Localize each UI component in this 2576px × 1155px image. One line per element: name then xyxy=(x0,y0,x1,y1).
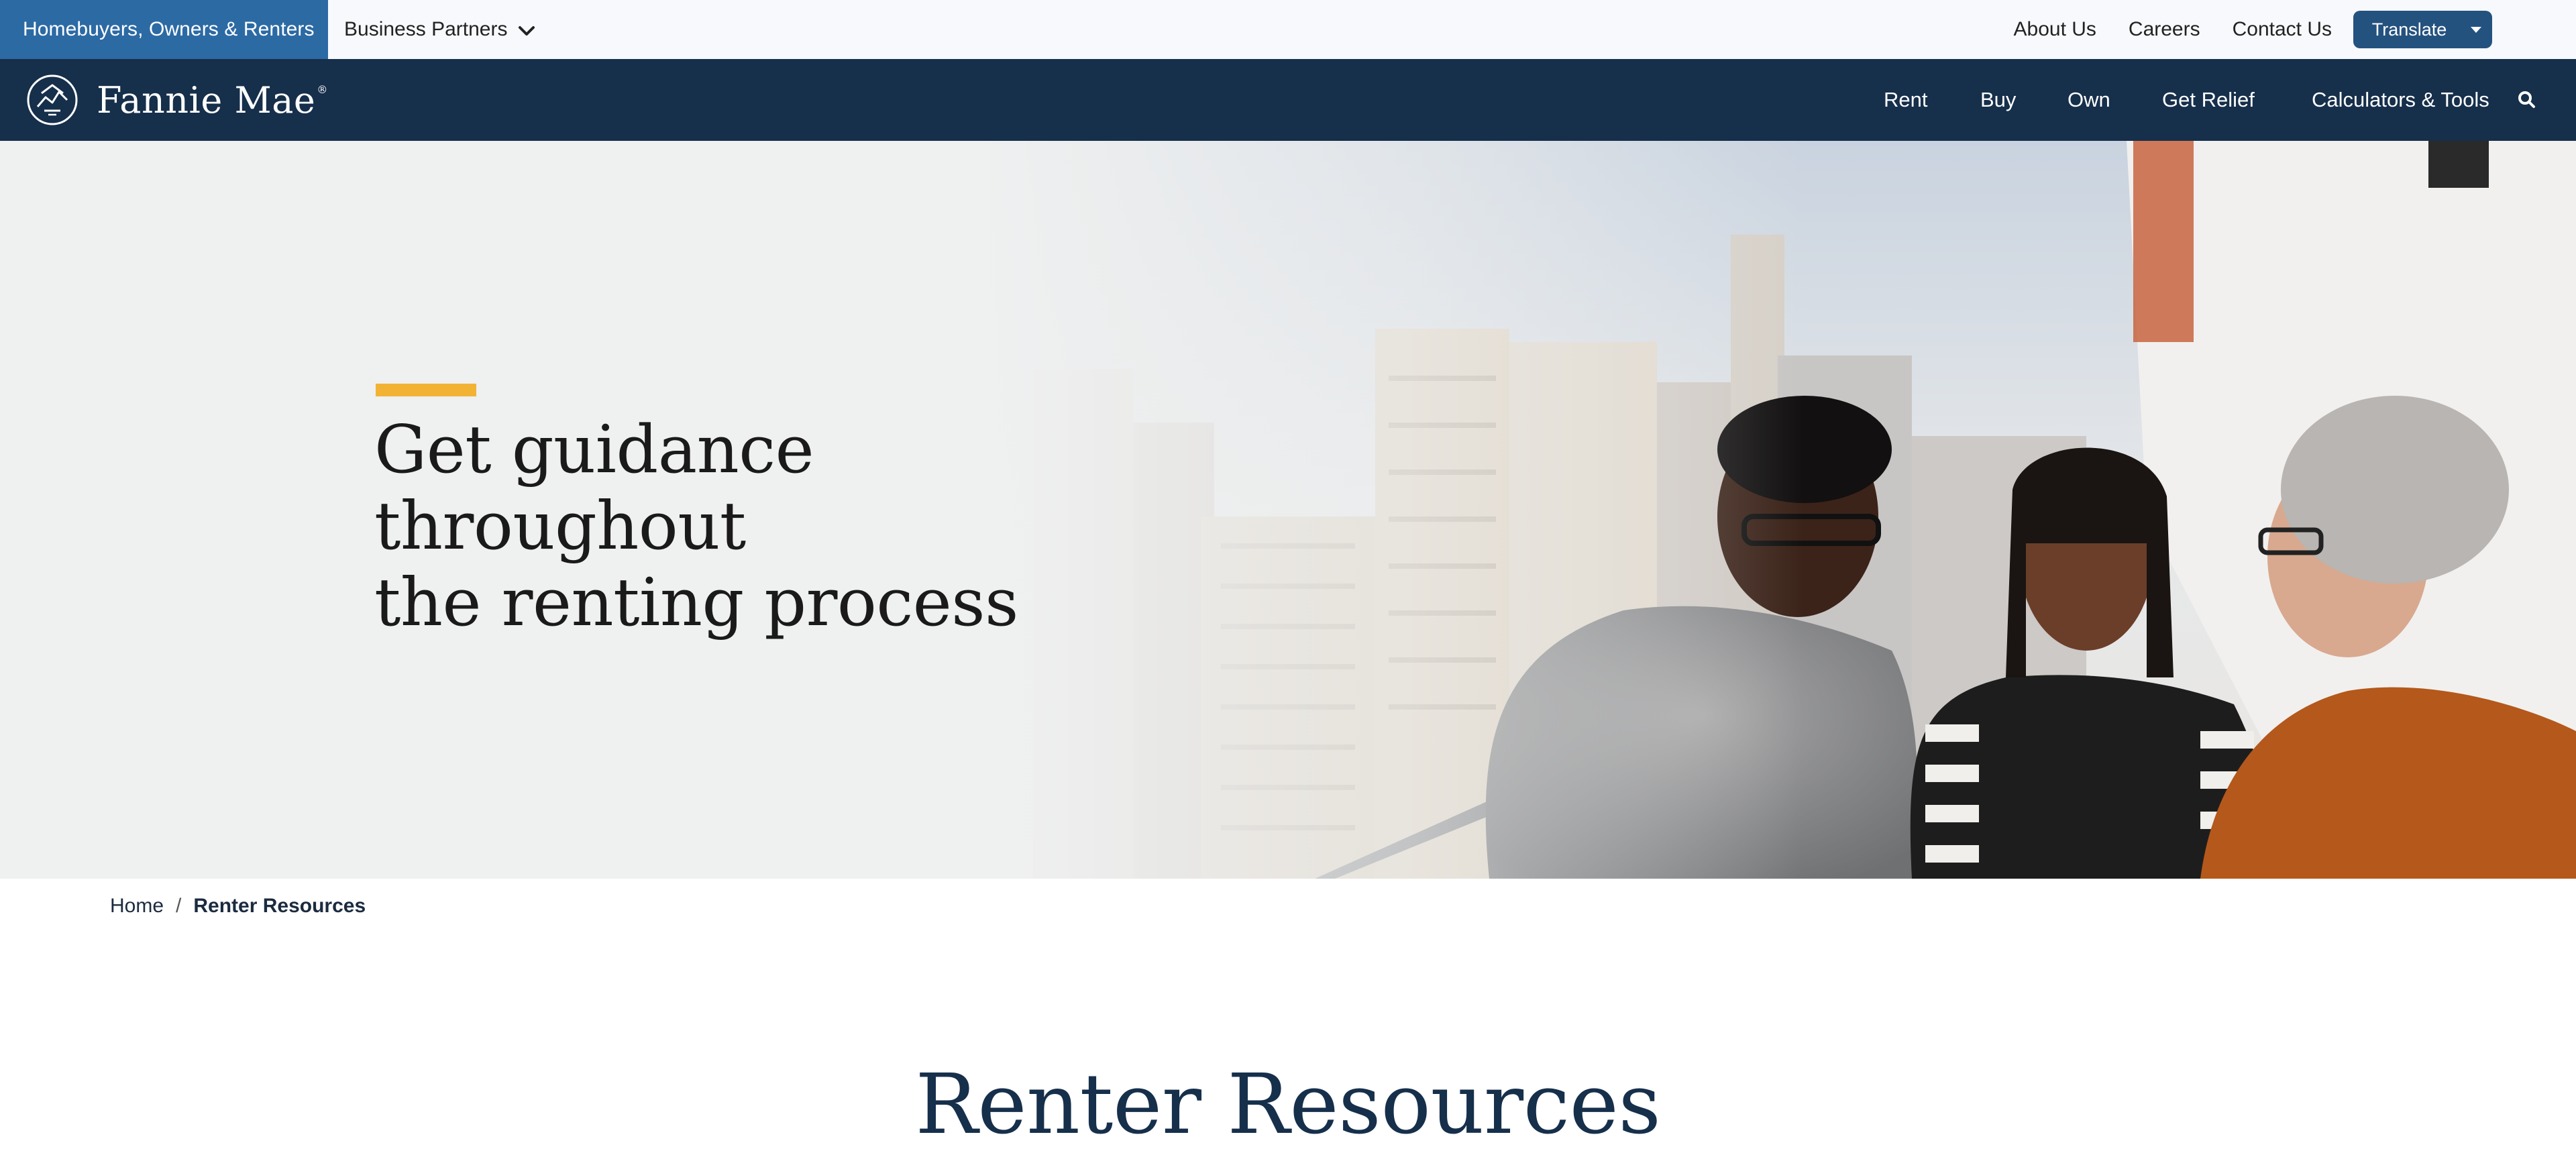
registered-mark: ® xyxy=(317,83,328,96)
utility-links: About Us Careers Contact Us Translate xyxy=(2014,0,2576,59)
nav-item-buy[interactable]: Buy xyxy=(1980,59,2016,141)
careers-link[interactable]: Careers xyxy=(2129,18,2200,41)
brand-name: Fannie Mae xyxy=(97,79,315,121)
translate-label: Translate xyxy=(2353,19,2460,40)
hero-accent-bar xyxy=(376,384,476,396)
breadcrumb: Home / Renter Resources xyxy=(110,895,366,918)
breadcrumb-separator: / xyxy=(176,895,181,918)
main-nav: Fannie Mae® Rent Buy Own Get Relief Calc… xyxy=(0,59,2576,141)
audience-tab-homebuyers-label: Homebuyers, Owners & Renters xyxy=(23,18,315,41)
fannie-mae-logo[interactable]: Fannie Mae® xyxy=(25,72,328,128)
utility-bar: Homebuyers, Owners & Renters Business Pa… xyxy=(0,0,2576,59)
nav-item-calculators-tools[interactable]: Calculators & Tools xyxy=(2312,59,2489,141)
contact-us-link[interactable]: Contact Us xyxy=(2233,18,2332,41)
hero-heading-line-2: the renting process xyxy=(374,565,1018,641)
hero-heading-line-1: Get guidance throughout xyxy=(374,412,814,565)
section-title: Renter Resources xyxy=(0,1054,2576,1155)
caret-down-icon[interactable] xyxy=(2460,11,2492,48)
nav-item-get-relief[interactable]: Get Relief xyxy=(2162,59,2255,141)
fannie-mae-house-icon xyxy=(25,73,79,127)
breadcrumb-current: Renter Resources xyxy=(193,895,366,918)
translate-button[interactable]: Translate xyxy=(2353,11,2492,48)
hero-banner: Get guidance throughout the renting proc… xyxy=(0,141,2576,879)
audience-tab-business-partners[interactable]: Business Partners xyxy=(344,0,535,59)
audience-tab-business-partners-label: Business Partners xyxy=(344,18,507,41)
logo-wordmark: Fannie Mae® xyxy=(97,79,328,121)
search-icon[interactable] xyxy=(2516,89,2538,111)
hero-heading: Get guidance throughout the renting proc… xyxy=(374,412,1179,641)
chevron-down-icon xyxy=(518,25,535,37)
nav-item-rent[interactable]: Rent xyxy=(1884,59,1927,141)
nav-item-own[interactable]: Own xyxy=(2068,59,2110,141)
breadcrumb-home-link[interactable]: Home xyxy=(110,895,164,918)
about-us-link[interactable]: About Us xyxy=(2014,18,2096,41)
audience-tab-homebuyers[interactable]: Homebuyers, Owners & Renters xyxy=(0,0,328,59)
